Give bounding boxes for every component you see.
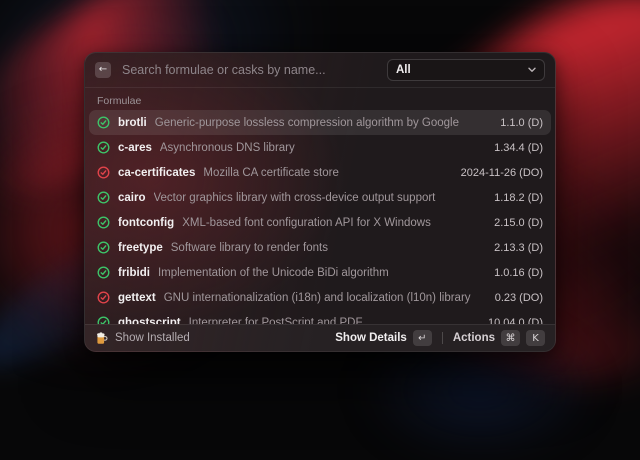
- formula-description: Asynchronous DNS library: [160, 142, 478, 154]
- chevron-down-icon: [528, 67, 536, 73]
- formula-description: Vector graphics library with cross-devic…: [154, 192, 479, 204]
- show-installed-button[interactable]: Show Installed: [115, 332, 190, 344]
- formula-description: Software library to render fonts: [171, 242, 478, 254]
- formula-name: fontconfig: [118, 217, 174, 229]
- filter-dropdown-value: All: [396, 64, 411, 76]
- search-input[interactable]: [120, 62, 378, 78]
- check-circle-icon: [97, 191, 110, 204]
- section-label: Formulae: [85, 88, 555, 110]
- check-circle-icon: [97, 116, 110, 129]
- enter-key-icon: ↵: [413, 330, 432, 346]
- list-item-brotli[interactable]: brotli Generic-purpose lossless compress…: [89, 110, 551, 135]
- k-key-icon: K: [526, 330, 545, 346]
- show-details-button[interactable]: Show Details ↵: [335, 330, 432, 346]
- list-item-ghostscript[interactable]: ghostscript Interpreter for PostScript a…: [89, 310, 551, 324]
- formula-version: 1.34.4 (D): [486, 142, 543, 154]
- formula-description: Interpreter for PostScript and PDF: [189, 317, 472, 325]
- check-circle-icon: [97, 166, 110, 179]
- formula-version: 1.18.2 (D): [486, 192, 543, 204]
- beer-mug-icon: [95, 332, 108, 345]
- check-circle-icon: [97, 241, 110, 254]
- formula-name: fribidi: [118, 267, 150, 279]
- formulae-list: brotli Generic-purpose lossless compress…: [85, 110, 555, 324]
- show-details-label: Show Details: [335, 332, 407, 344]
- formula-version: 10.04.0 (D): [480, 317, 543, 325]
- list-item-gettext[interactable]: gettext GNU internationalization (i18n) …: [89, 285, 551, 310]
- search-bar: ← All: [85, 53, 555, 88]
- list-item-fontconfig[interactable]: fontconfig XML-based font configuration …: [89, 210, 551, 235]
- formula-description: XML-based font configuration API for X W…: [182, 217, 478, 229]
- search-window: ← All Formulae brotli Generic-purpose lo…: [84, 52, 556, 352]
- list-item-freetype[interactable]: freetype Software library to render font…: [89, 235, 551, 260]
- formula-name: cairo: [118, 192, 146, 204]
- formula-name: brotli: [118, 117, 147, 129]
- formula-name: gettext: [118, 292, 156, 304]
- list-item-ca-certificates[interactable]: ca-certificates Mozilla CA certificate s…: [89, 160, 551, 185]
- status-bar: Show Installed Show Details ↵ Actions ⌘ …: [85, 324, 555, 351]
- actions-button[interactable]: Actions ⌘ K: [453, 330, 545, 346]
- formula-version: 1.0.16 (D): [486, 267, 543, 279]
- actions-label: Actions: [453, 332, 495, 344]
- formula-description: Generic-purpose lossless compression alg…: [155, 117, 484, 129]
- check-circle-icon: [97, 216, 110, 229]
- formula-name: ghostscript: [118, 317, 181, 325]
- list-item-fribidi[interactable]: fribidi Implementation of the Unicode Bi…: [89, 260, 551, 285]
- formula-description: Mozilla CA certificate store: [203, 167, 444, 179]
- formula-version: 0.23 (DO): [487, 292, 543, 304]
- back-button[interactable]: ←: [95, 62, 111, 78]
- formula-version: 2.15.0 (D): [486, 217, 543, 229]
- formula-description: Implementation of the Unicode BiDi algor…: [158, 267, 478, 279]
- formula-version: 2.13.3 (D): [486, 242, 543, 254]
- footer-divider: [442, 332, 443, 344]
- formula-name: ca-certificates: [118, 167, 195, 179]
- check-circle-icon: [97, 141, 110, 154]
- formula-version: 1.1.0 (D): [492, 117, 543, 129]
- formula-name: freetype: [118, 242, 163, 254]
- check-circle-icon: [97, 316, 110, 324]
- filter-dropdown[interactable]: All: [387, 59, 545, 81]
- check-circle-icon: [97, 291, 110, 304]
- formula-version: 2024-11-26 (DO): [453, 167, 543, 179]
- formula-description: GNU internationalization (i18n) and loca…: [164, 292, 479, 304]
- list-item-cairo[interactable]: cairo Vector graphics library with cross…: [89, 185, 551, 210]
- check-circle-icon: [97, 266, 110, 279]
- command-key-icon: ⌘: [501, 330, 520, 346]
- formula-name: c-ares: [118, 142, 152, 154]
- show-installed-label: Show Installed: [115, 332, 190, 344]
- list-item-c-ares[interactable]: c-ares Asynchronous DNS library 1.34.4 (…: [89, 135, 551, 160]
